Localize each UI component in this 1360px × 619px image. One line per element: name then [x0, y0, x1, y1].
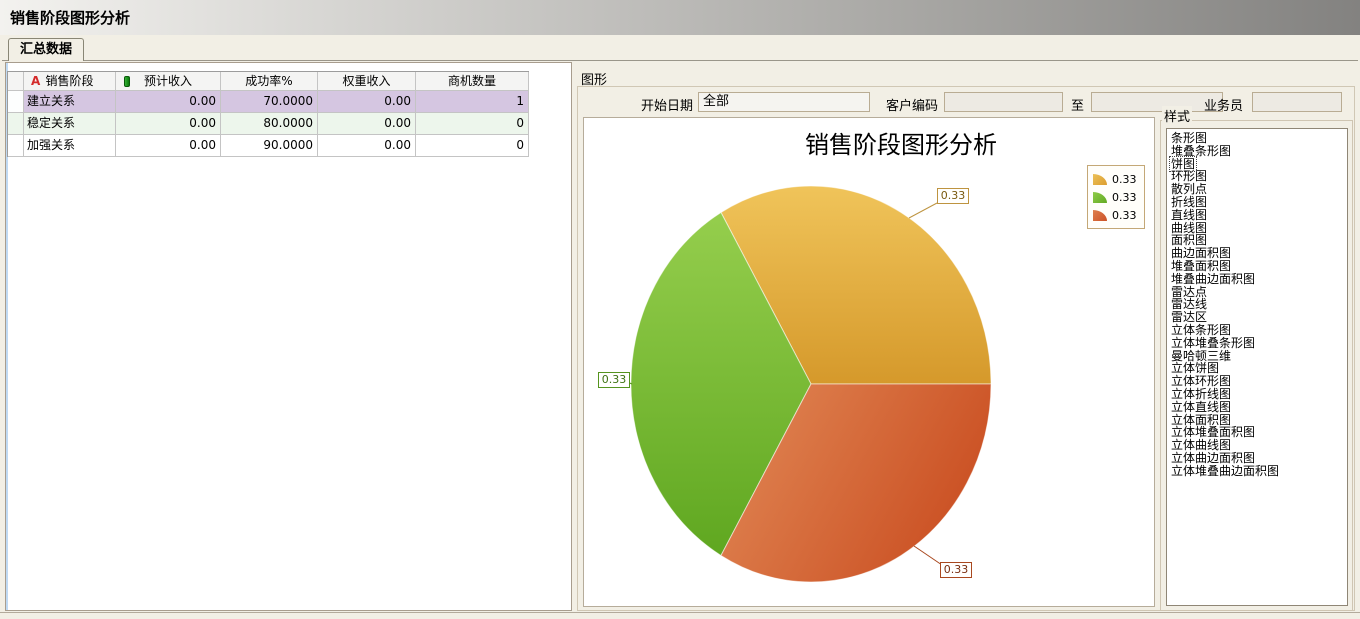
table-header-row: A 销售阶段 预计收入 成功率% 权重收入 商机数量	[8, 72, 529, 91]
style-list-item[interactable]: 条形图	[1170, 132, 1347, 145]
row-selector[interactable]	[8, 135, 24, 157]
style-list-item[interactable]: 立体堆叠曲边面积图	[1170, 465, 1347, 478]
row-selector[interactable]	[8, 113, 24, 135]
style-list-item[interactable]: 立体曲线图	[1170, 439, 1347, 452]
pie-chart	[584, 118, 1156, 608]
style-list-item-label: 立体条形图	[1170, 323, 1232, 337]
cell-success-rate[interactable]: 70.0000	[221, 91, 318, 113]
cell-weighted-income[interactable]: 0.00	[318, 135, 416, 157]
cell-stage[interactable]: 建立关系	[24, 91, 116, 113]
legend-entry: 0.33	[1093, 188, 1144, 206]
cell-weighted-income[interactable]: 0.00	[318, 113, 416, 135]
style-list-item-label: 立体堆叠条形图	[1170, 336, 1256, 350]
column-header-opportunity-count[interactable]: 商机数量	[416, 72, 529, 91]
style-list-item-label: 立体曲边面积图	[1170, 451, 1256, 465]
row-selector-header[interactable]	[8, 72, 24, 91]
slice-value-label: 0.33	[940, 562, 972, 578]
style-list-item-label: 条形图	[1170, 131, 1208, 145]
cell-opportunity-count[interactable]: 0	[416, 113, 529, 135]
style-list-item[interactable]: 立体直线图	[1170, 401, 1347, 414]
tab-label: 汇总数据	[20, 42, 72, 57]
style-list-item[interactable]: 堆叠面积图	[1170, 260, 1347, 273]
cell-expected-income[interactable]: 0.00	[116, 135, 221, 157]
application-window: 销售阶段图形分析 汇总数据 A 销售阶段 预计收入 成功率% 权重收入	[0, 0, 1360, 619]
column-header-stage[interactable]: A 销售阶段	[24, 72, 116, 91]
table-row[interactable]: 建立关系 0.00 70.0000 0.00 1	[8, 91, 529, 113]
table-row[interactable]: 稳定关系 0.00 80.0000 0.00 0	[8, 113, 529, 135]
cell-opportunity-count[interactable]: 1	[416, 91, 529, 113]
column-header-expected-income[interactable]: 预计收入	[116, 72, 221, 91]
style-list-item[interactable]: 立体堆叠条形图	[1170, 337, 1347, 350]
cell-success-rate[interactable]: 90.0000	[221, 135, 318, 157]
cell-success-rate[interactable]: 80.0000	[221, 113, 318, 135]
style-list-item[interactable]: 直线图	[1170, 209, 1347, 222]
cell-stage[interactable]: 稳定关系	[24, 113, 116, 135]
legend-swatch-red-icon	[1093, 210, 1107, 221]
table-row[interactable]: 加强关系 0.00 90.0000 0.00 0	[8, 135, 529, 157]
chart-title: 销售阶段图形分析	[701, 125, 1101, 160]
legend-entry: 0.33	[1093, 170, 1144, 188]
slice-value-label: 0.33	[598, 372, 630, 388]
numeric-type-icon	[124, 76, 130, 87]
style-list-item[interactable]: 立体条形图	[1170, 324, 1347, 337]
style-list-item-label: 立体折线图	[1170, 387, 1232, 401]
column-header-success-rate[interactable]: 成功率%	[221, 72, 318, 91]
style-list-item-label: 立体直线图	[1170, 400, 1232, 414]
cell-opportunity-count[interactable]: 0	[416, 135, 529, 157]
style-list-item-label: 堆叠条形图	[1170, 144, 1232, 158]
start-date-label: 开始日期	[631, 95, 693, 114]
style-list-item-label: 直线图	[1170, 208, 1208, 222]
window-title-bar: 销售阶段图形分析	[0, 0, 1360, 35]
column-header-weighted-income[interactable]: 权重收入	[318, 72, 416, 91]
style-list-item-label: 堆叠面积图	[1170, 259, 1232, 273]
legend-swatch-green-icon	[1093, 192, 1107, 203]
style-group-label: 样式	[1162, 106, 1192, 125]
row-selector[interactable]	[8, 91, 24, 113]
callout-leader-top	[909, 203, 937, 218]
window-bottom-border	[0, 612, 1360, 613]
text-type-icon: A	[31, 75, 40, 88]
callout-leader-bottom	[914, 546, 942, 565]
style-list-item-label: 折线图	[1170, 195, 1208, 209]
to-label: 至	[1066, 95, 1084, 114]
style-list-item[interactable]: 堆叠条形图	[1170, 145, 1347, 158]
chart-legend: 0.33 0.33 0.33	[1087, 165, 1145, 229]
cell-expected-income[interactable]: 0.00	[116, 113, 221, 135]
style-list-item[interactable]: 立体折线图	[1170, 388, 1347, 401]
page-title: 销售阶段图形分析	[10, 7, 130, 28]
sales-stage-table: A 销售阶段 预计收入 成功率% 权重收入 商机数量 建立关系 0.00 70.…	[7, 71, 529, 157]
style-list-item[interactable]: 立体曲边面积图	[1170, 452, 1347, 465]
start-date-field[interactable]: 全部	[698, 92, 870, 112]
customer-code-field[interactable]	[944, 92, 1063, 112]
pie-chart-area: 销售阶段图形分析 0.33 0.33 0.33 0.33 0.33 0.33	[583, 117, 1155, 607]
style-list-item[interactable]: 堆叠曲边面积图	[1170, 273, 1347, 286]
style-list-item-label: 堆叠曲边面积图	[1170, 272, 1256, 286]
style-list: 条形图堆叠条形图饼图环形图散列点折线图直线图曲线图面积图曲边面积图堆叠面积图堆叠…	[1166, 128, 1348, 606]
cell-expected-income[interactable]: 0.00	[116, 91, 221, 113]
salesman-label: 业务员	[1191, 95, 1243, 114]
slice-value-label: 0.33	[937, 188, 969, 204]
cell-stage[interactable]: 加强关系	[24, 135, 116, 157]
style-list-item[interactable]: 折线图	[1170, 196, 1347, 209]
style-list-item-label: 立体堆叠曲边面积图	[1170, 464, 1280, 478]
customer-code-label: 客户编码	[876, 95, 938, 114]
tabstrip-divider	[2, 60, 1358, 61]
legend-entry: 0.33	[1093, 206, 1144, 224]
cell-weighted-income[interactable]: 0.00	[318, 91, 416, 113]
salesman-field[interactable]	[1252, 92, 1342, 112]
tab-summary-data[interactable]: 汇总数据	[8, 38, 84, 61]
legend-swatch-gold-icon	[1093, 174, 1107, 185]
